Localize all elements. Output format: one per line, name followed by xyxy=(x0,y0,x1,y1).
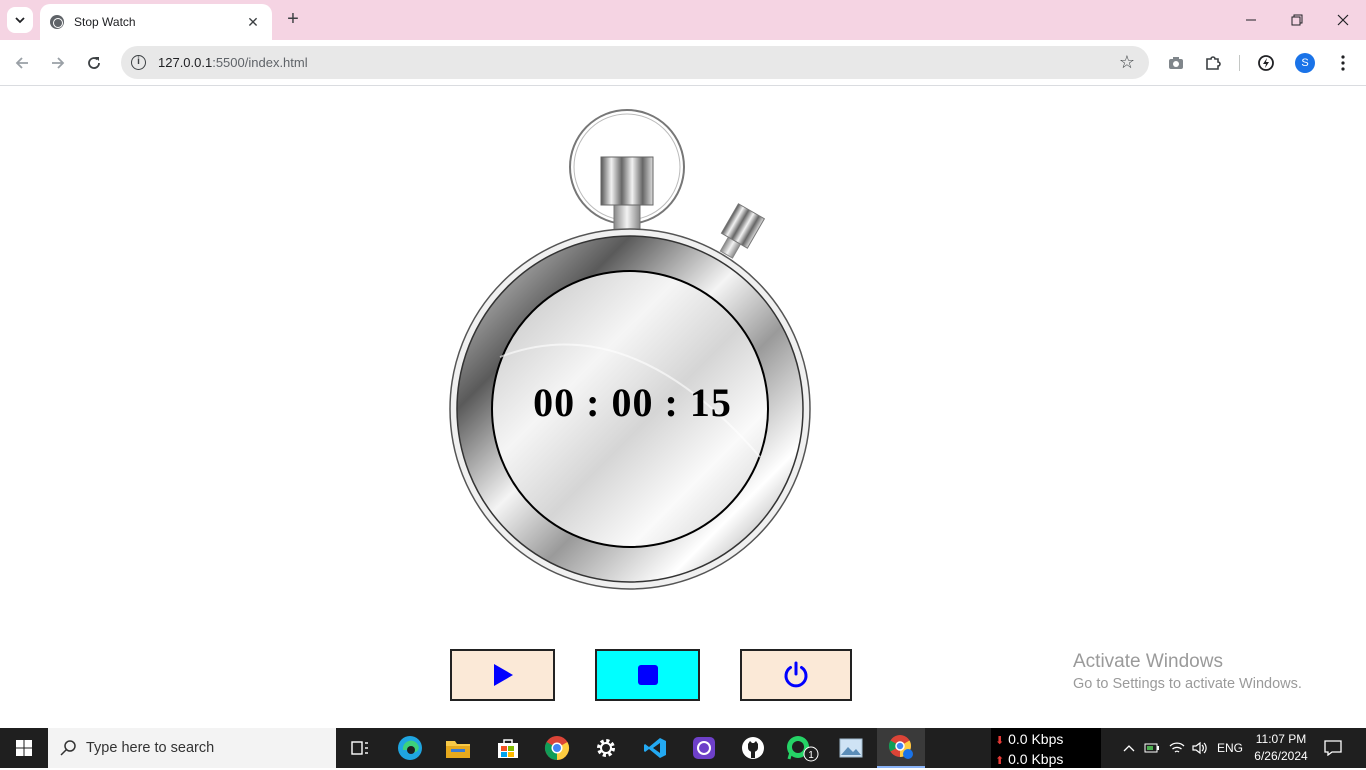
watch-crown xyxy=(600,156,654,206)
stopwatch-page: 00 : 00 : 15 Activate Windows Go to Sett… xyxy=(0,87,1366,728)
language-indicator[interactable]: ENG xyxy=(1213,728,1247,768)
notifications-button[interactable] xyxy=(1322,728,1344,768)
photos-app[interactable] xyxy=(827,728,875,768)
volume-icon xyxy=(1192,741,1207,755)
close-tab-icon[interactable]: ✕ xyxy=(244,14,262,31)
new-tab-button[interactable]: + xyxy=(282,9,304,31)
stopwatch-graphic xyxy=(449,109,811,590)
reload-icon xyxy=(88,57,100,69)
tab-title: Stop Watch xyxy=(74,15,136,29)
arrow-left-icon xyxy=(15,57,28,69)
browser-tab-bar: Stop Watch ✕ + xyxy=(0,0,1366,40)
minimize-button[interactable] xyxy=(1228,0,1274,40)
restore-button[interactable] xyxy=(1274,0,1320,40)
toolbar-separator xyxy=(1239,55,1240,71)
github-icon xyxy=(742,737,764,759)
windows-taskbar: Type here to search 1 ⬇ 0.0 Kbps ⬆ 0.0 K… xyxy=(0,728,1366,768)
file-explorer-app[interactable] xyxy=(434,728,482,768)
stopwatch-time-display: 00 : 00 : 15 xyxy=(533,380,732,425)
chrome-profile-icon xyxy=(889,735,913,759)
browser-tab[interactable]: Stop Watch ✕ xyxy=(40,4,272,40)
back-button[interactable] xyxy=(10,51,34,75)
chevron-up-icon xyxy=(1123,745,1135,752)
profile-avatar[interactable]: S xyxy=(1295,53,1315,73)
speed-icon xyxy=(1258,55,1274,71)
github-desktop-app[interactable] xyxy=(680,728,728,768)
edge-app[interactable] xyxy=(386,728,434,768)
stop-button[interactable] xyxy=(595,649,700,701)
taskbar-search-box[interactable]: Type here to search xyxy=(48,728,336,768)
start-button[interactable] xyxy=(0,728,48,768)
file-explorer-icon xyxy=(446,741,470,758)
reset-button[interactable] xyxy=(740,649,852,701)
url-text: 127.0.0.1:5500/index.html xyxy=(158,55,308,70)
notification-icon xyxy=(1324,740,1342,756)
github-desktop-icon xyxy=(693,737,715,759)
search-icon xyxy=(60,740,76,756)
task-view-icon xyxy=(351,741,368,755)
download-arrow-icon: ⬇ xyxy=(995,735,1005,747)
chrome-profile-app[interactable] xyxy=(877,728,925,768)
chevron-down-icon xyxy=(15,17,25,24)
address-bar[interactable]: i 127.0.0.1:5500/index.html ☆ xyxy=(121,46,1149,79)
battery-shield-icon xyxy=(1144,743,1159,753)
photos-icon xyxy=(839,738,863,758)
defender-tray-button[interactable] xyxy=(1142,728,1164,768)
wifi-icon xyxy=(1169,742,1185,753)
camera-icon xyxy=(1169,57,1183,69)
chrome-icon xyxy=(544,736,570,760)
minimize-icon xyxy=(1246,19,1256,21)
close-icon xyxy=(1337,14,1349,26)
globe-icon xyxy=(50,15,64,29)
vscode-icon xyxy=(644,738,666,758)
taskbar-clock[interactable]: 11:07 PM 6/26/2024 xyxy=(1248,731,1314,765)
settings-icon xyxy=(597,739,615,757)
arrow-right-icon xyxy=(52,57,65,69)
github-app[interactable] xyxy=(729,728,777,768)
performance-button[interactable] xyxy=(1255,52,1277,74)
volume-tray-button[interactable] xyxy=(1189,728,1211,768)
puzzle-icon xyxy=(1206,56,1221,70)
edge-icon xyxy=(398,736,422,760)
restore-icon xyxy=(1291,14,1303,26)
task-view-button[interactable] xyxy=(336,728,384,768)
close-window-button[interactable] xyxy=(1320,0,1366,40)
store-app[interactable] xyxy=(484,728,532,768)
whatsapp-badge: 1 xyxy=(808,750,814,761)
browser-menu-button[interactable] xyxy=(1332,52,1354,74)
show-hidden-icons-button[interactable] xyxy=(1118,728,1140,768)
store-icon xyxy=(498,739,518,758)
whatsapp-icon: 1 xyxy=(787,736,819,762)
whatsapp-app[interactable]: 1 xyxy=(778,728,826,768)
start-button[interactable] xyxy=(450,649,555,701)
play-icon xyxy=(493,664,513,686)
search-placeholder: Type here to search xyxy=(86,740,215,756)
bookmark-star-icon[interactable]: ☆ xyxy=(1119,52,1135,73)
power-icon xyxy=(784,661,808,688)
site-info-icon[interactable]: i xyxy=(131,55,146,70)
windows-logo-icon xyxy=(16,740,32,756)
upload-arrow-icon: ⬆ xyxy=(995,755,1005,767)
chrome-app[interactable] xyxy=(533,728,581,768)
extensions-button[interactable] xyxy=(1202,52,1224,74)
more-vertical-icon xyxy=(1341,55,1345,71)
network-speed-widget: ⬇ 0.0 Kbps ⬆ 0.0 Kbps xyxy=(991,728,1101,768)
tab-search-button[interactable] xyxy=(7,7,33,33)
stop-icon xyxy=(637,665,658,685)
screenshot-button[interactable] xyxy=(1165,52,1187,74)
activate-windows-watermark: Activate Windows Go to Settings to activ… xyxy=(1073,651,1302,692)
forward-button[interactable] xyxy=(46,51,70,75)
wifi-tray-button[interactable] xyxy=(1166,728,1188,768)
browser-toolbar: i 127.0.0.1:5500/index.html ☆ xyxy=(0,40,1366,86)
reload-button[interactable] xyxy=(82,51,106,75)
vscode-app[interactable] xyxy=(631,728,679,768)
settings-app[interactable] xyxy=(582,728,630,768)
